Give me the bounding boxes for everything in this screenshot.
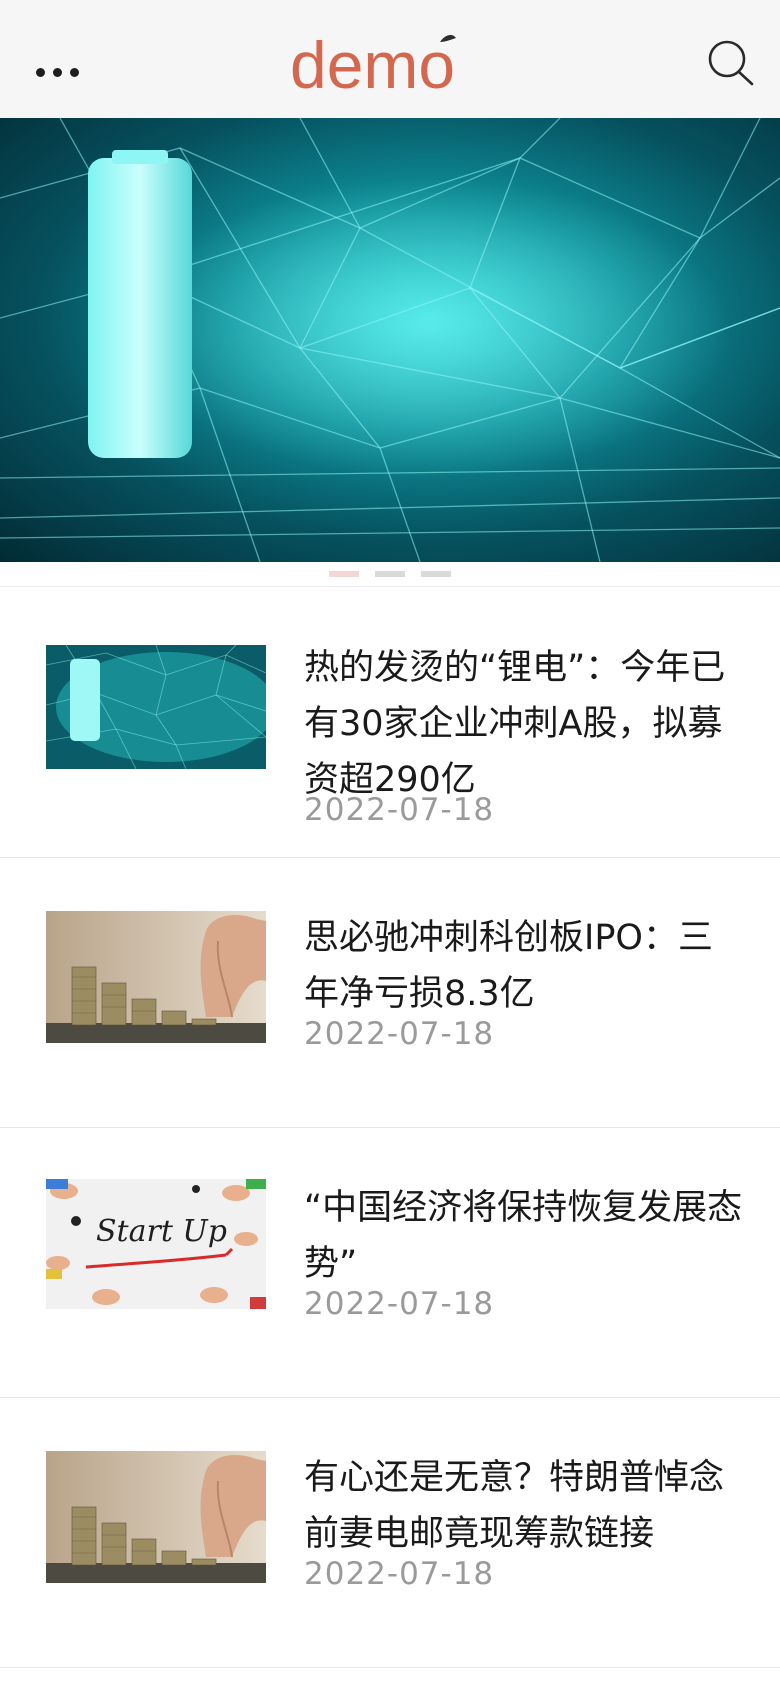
- top-header: demo: [0, 0, 780, 118]
- lithium-battery-network-image: [0, 118, 780, 562]
- news-item[interactable]: 热的发烫的“锂电”：今年已有30家企业冲刺A股，拟募资超290亿 2022-07…: [0, 588, 780, 858]
- more-dots-icon[interactable]: [36, 50, 92, 94]
- svg-text:demo: demo: [290, 28, 455, 98]
- news-date: 2022-07-18: [304, 1286, 495, 1322]
- start-up-thumbnail[interactable]: Start Up: [46, 1179, 266, 1309]
- coins-stack-thumbnail[interactable]: [46, 911, 266, 1043]
- coins-stack-thumbnail[interactable]: [46, 1451, 266, 1583]
- news-item[interactable]: Start Up “中国经济将保持恢复发展态势” 2022-07-18: [0, 1128, 780, 1398]
- banner-carousel[interactable]: [0, 118, 780, 562]
- news-title[interactable]: 思必驰冲刺科创板IPO：三年净亏损8.3亿: [304, 910, 744, 1022]
- news-date: 2022-07-18: [304, 1016, 495, 1052]
- carousel-indicator[interactable]: [329, 571, 359, 577]
- news-item[interactable]: 有心还是无意？特朗普悼念前妻电邮竟现筹款链接 2022-07-18: [0, 1398, 780, 1668]
- search-icon[interactable]: [706, 38, 758, 90]
- news-item[interactable]: 思必驰冲刺科创板IPO：三年净亏损8.3亿 2022-07-18: [0, 858, 780, 1128]
- app-page: demo 热的发烫的“锂电”：今年已有30家企业冲刺A股，拟募资超290亿 20…: [0, 0, 780, 1688]
- news-date: 2022-07-18: [304, 792, 495, 828]
- divider: [0, 586, 780, 587]
- news-date: 2022-07-18: [304, 1556, 495, 1592]
- carousel-indicator[interactable]: [421, 571, 451, 577]
- carousel-indicators: [0, 562, 780, 586]
- news-title[interactable]: “中国经济将保持恢复发展态势”: [304, 1180, 744, 1292]
- news-title[interactable]: 有心还是无意？特朗普悼念前妻电邮竟现筹款链接: [304, 1450, 744, 1562]
- demo-logo[interactable]: demo: [290, 28, 490, 98]
- news-title[interactable]: 热的发烫的“锂电”：今年已有30家企业冲刺A股，拟募资超290亿: [304, 640, 744, 808]
- carousel-indicator[interactable]: [375, 571, 405, 577]
- svg-text:Start Up: Start Up: [96, 1214, 227, 1249]
- battery-thumbnail[interactable]: [46, 645, 266, 769]
